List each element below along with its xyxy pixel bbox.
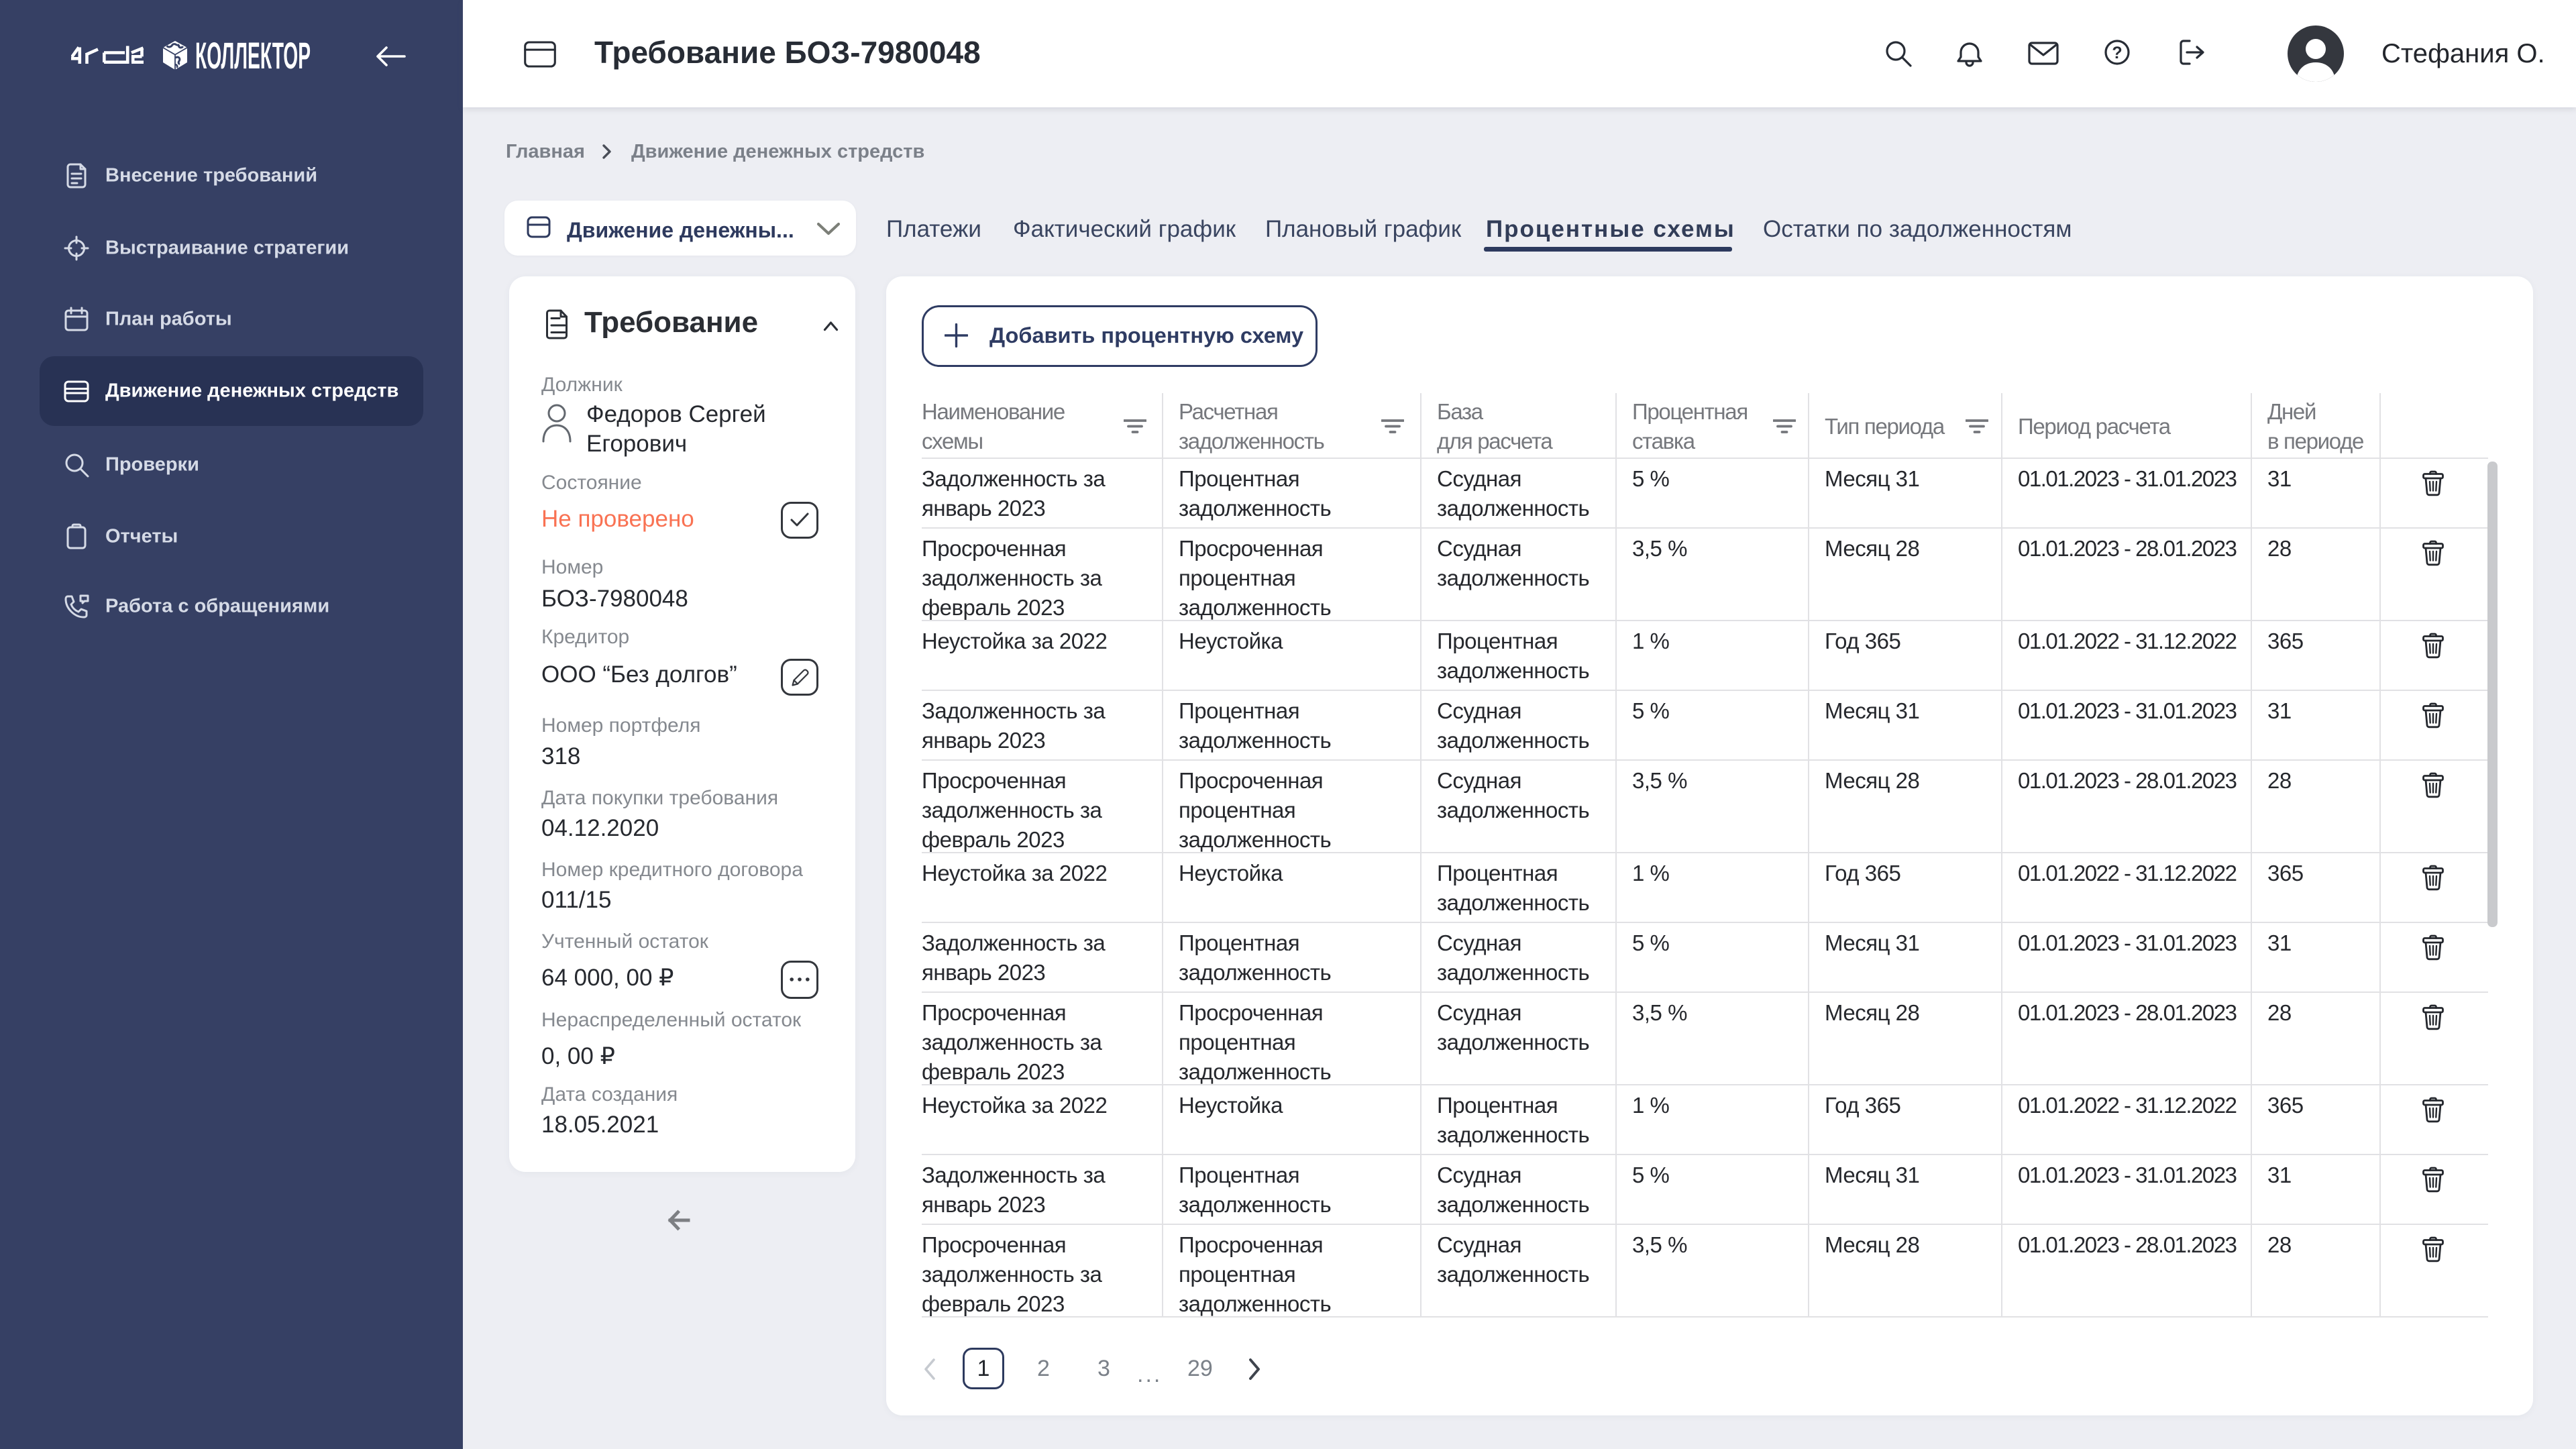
svg-text:КОЛЛЕКТОР: КОЛЛЕКТОР xyxy=(195,38,311,75)
svg-text:?: ? xyxy=(2112,44,2122,62)
